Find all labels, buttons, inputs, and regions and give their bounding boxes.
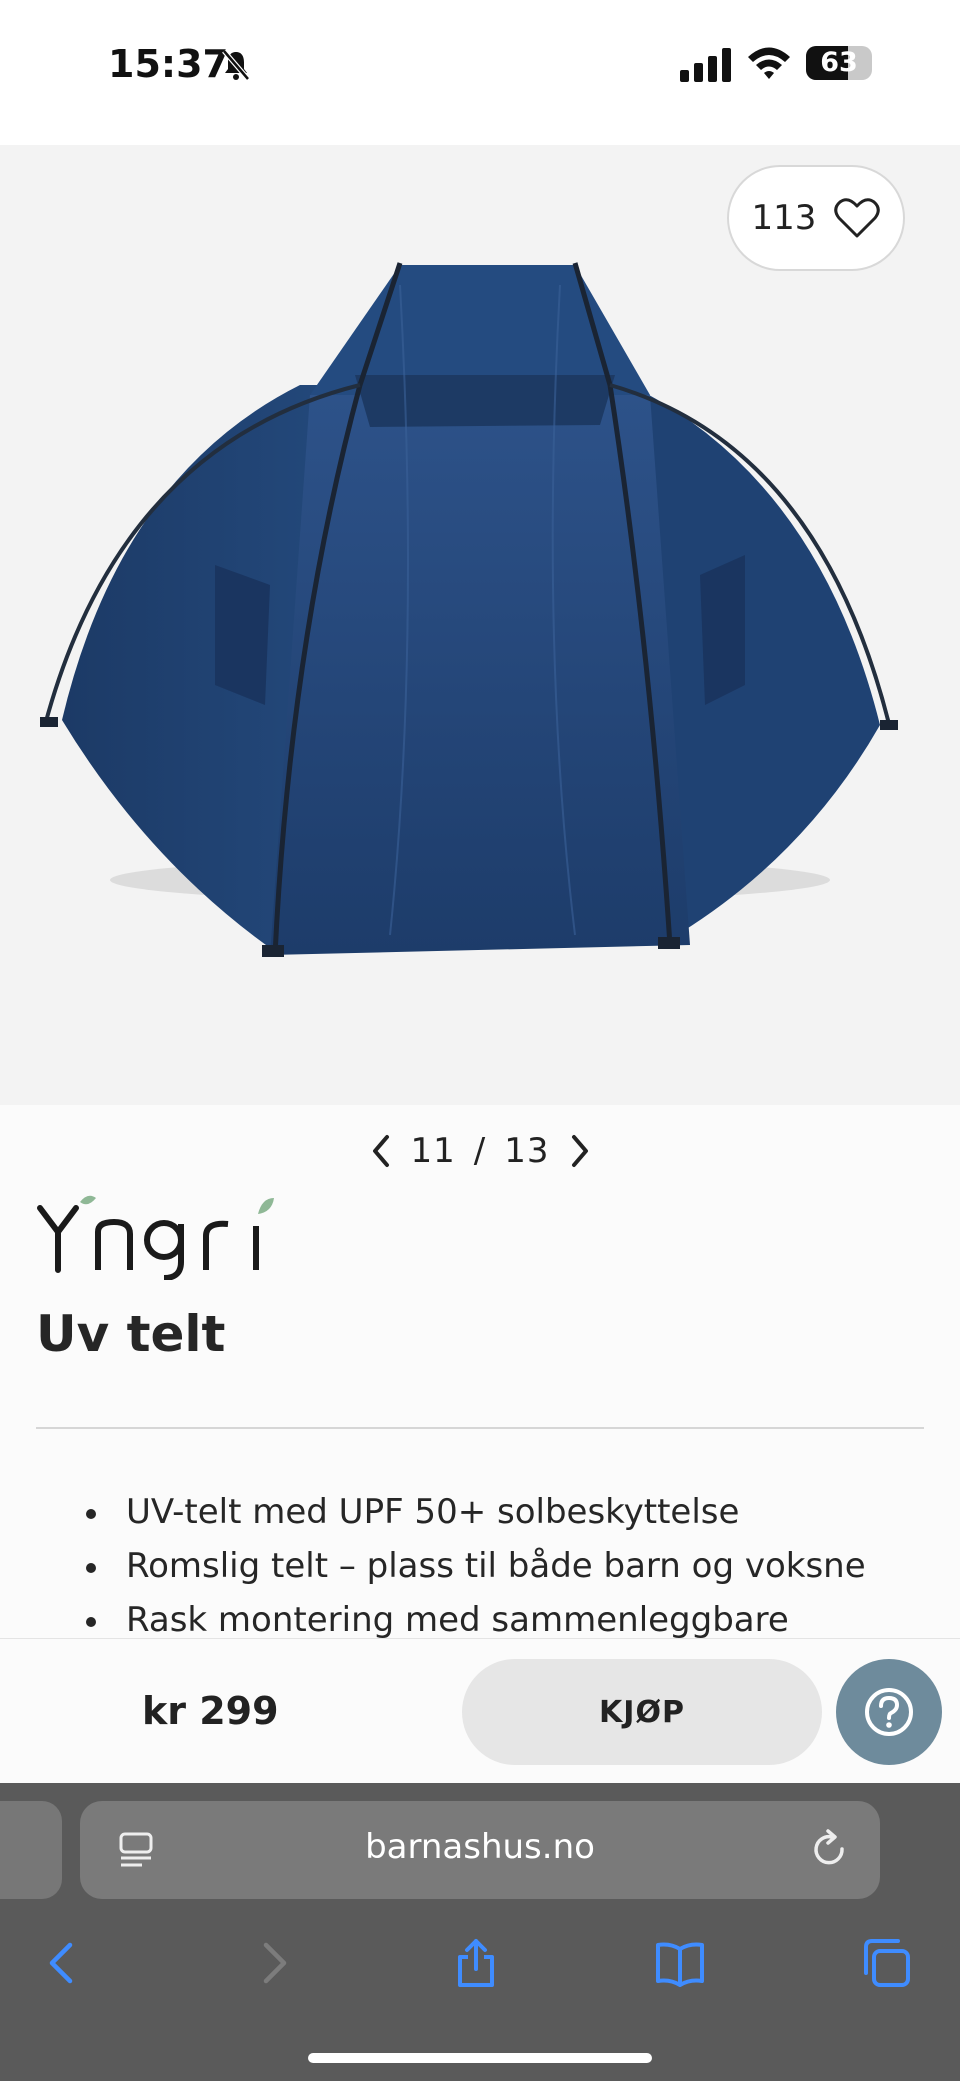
forward-icon	[263, 1942, 287, 1984]
question-circle-icon	[865, 1688, 913, 1736]
tent-product-image	[40, 262, 898, 957]
buy-bar: kr 299 KJØP	[0, 1638, 960, 1783]
reload-icon[interactable]	[810, 1827, 850, 1871]
share-button[interactable]	[436, 1923, 516, 2003]
chevron-right-icon[interactable]	[568, 1133, 592, 1169]
product-image-gallery[interactable]: 113	[0, 145, 960, 1105]
cellular-signal-icon	[680, 48, 731, 82]
back-icon	[49, 1942, 73, 1984]
url-text[interactable]: barnashus.no	[80, 1827, 880, 1867]
pager-total: 13	[504, 1131, 550, 1171]
image-pager: 11 / 13	[0, 1128, 960, 1174]
feature-item: Romslig telt – plass til både barn og vo…	[86, 1539, 936, 1593]
chevron-left-icon[interactable]	[369, 1133, 393, 1169]
price: kr 299	[142, 1689, 279, 1733]
feature-list: UV-telt med UPF 50+ solbeskyttelse Romsl…	[86, 1485, 936, 1647]
help-button[interactable]	[836, 1659, 942, 1765]
browser-chrome: barnashus.no	[0, 1783, 960, 2081]
pager-current: 11	[410, 1131, 456, 1171]
favorites-count: 113	[751, 198, 817, 238]
home-indicator[interactable]	[308, 2053, 652, 2063]
heart-icon	[834, 198, 881, 238]
pager-separator: /	[473, 1131, 487, 1171]
bookmarks-icon	[656, 1942, 704, 1987]
favorite-button[interactable]: 113	[727, 165, 905, 271]
browser-toolbar	[0, 1923, 960, 2023]
status-bar: 15:37 63	[0, 0, 960, 145]
battery-icon: 63	[806, 46, 872, 80]
share-icon	[458, 1939, 494, 1987]
divider	[36, 1427, 924, 1429]
feature-item: UV-telt med UPF 50+ solbeskyttelse	[86, 1485, 936, 1539]
forward-button[interactable]	[232, 1923, 312, 2003]
bookmarks-button[interactable]	[640, 1923, 720, 2003]
wifi-icon	[748, 47, 790, 79]
bell-slash-icon	[222, 49, 250, 81]
buy-button[interactable]: KJØP	[462, 1659, 822, 1765]
tabs-icon	[864, 1939, 910, 1987]
status-time: 15:37	[108, 42, 229, 86]
back-button[interactable]	[24, 1923, 104, 2003]
previous-tab-preview[interactable]	[0, 1801, 62, 1899]
battery-level: 63	[820, 47, 858, 78]
brand-logo[interactable]	[36, 1190, 286, 1280]
product-title: Uv telt	[36, 1305, 226, 1363]
tabs-button[interactable]	[846, 1923, 926, 2003]
address-bar[interactable]: barnashus.no	[80, 1801, 880, 1899]
